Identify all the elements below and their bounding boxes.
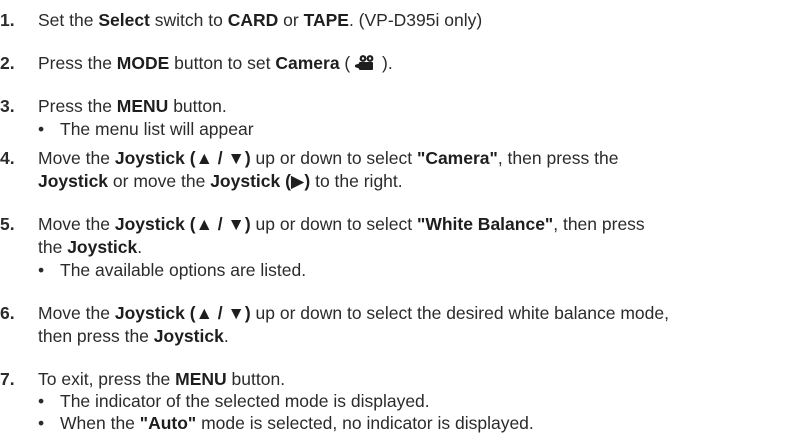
step-text: Move the Joystick (▲ / ▼) up or down to …: [38, 148, 619, 168]
step-number: 3.: [0, 96, 15, 116]
bullet-icon: •: [38, 413, 45, 433]
step-number: 1.: [0, 10, 15, 30]
step-number: 2.: [0, 53, 15, 73]
bullet-text: The menu list will appear: [60, 119, 254, 139]
bullet-icon: •: [38, 119, 45, 139]
step-number: 6.: [0, 303, 15, 323]
step-text: Joystick or move the Joystick (▶) to the…: [38, 171, 403, 191]
step-text: Move the Joystick (▲ / ▼) up or down to …: [38, 214, 645, 234]
step-number: 5.: [0, 214, 15, 234]
bullet-icon: •: [38, 391, 45, 411]
bullet-icon: •: [38, 260, 45, 280]
step-text: Move the Joystick (▲ / ▼) up or down to …: [38, 303, 669, 323]
step-text: Set the Select switch to CARD or TAPE. (…: [38, 10, 483, 30]
step-text: To exit, press the MENU button.: [38, 369, 286, 389]
bullet-text: The indicator of the selected mode is di…: [60, 391, 430, 411]
camera-mode-icon: [355, 54, 377, 72]
bullet-text: The available options are listed.: [60, 260, 307, 280]
step-number: 4.: [0, 148, 15, 168]
step-text: then press the Joystick.: [38, 326, 229, 346]
step-number: 7.: [0, 369, 15, 389]
bullet-text: When the "Auto" mode is selected, no ind…: [60, 413, 534, 433]
step-text: Press the MENU button.: [38, 96, 227, 116]
step-text: the Joystick.: [38, 237, 143, 257]
instruction-page: 1. Set the Select switch to CARD or TAPE…: [0, 0, 787, 438]
step-text: Press the MODE button to set Camera ( ).: [38, 53, 393, 73]
